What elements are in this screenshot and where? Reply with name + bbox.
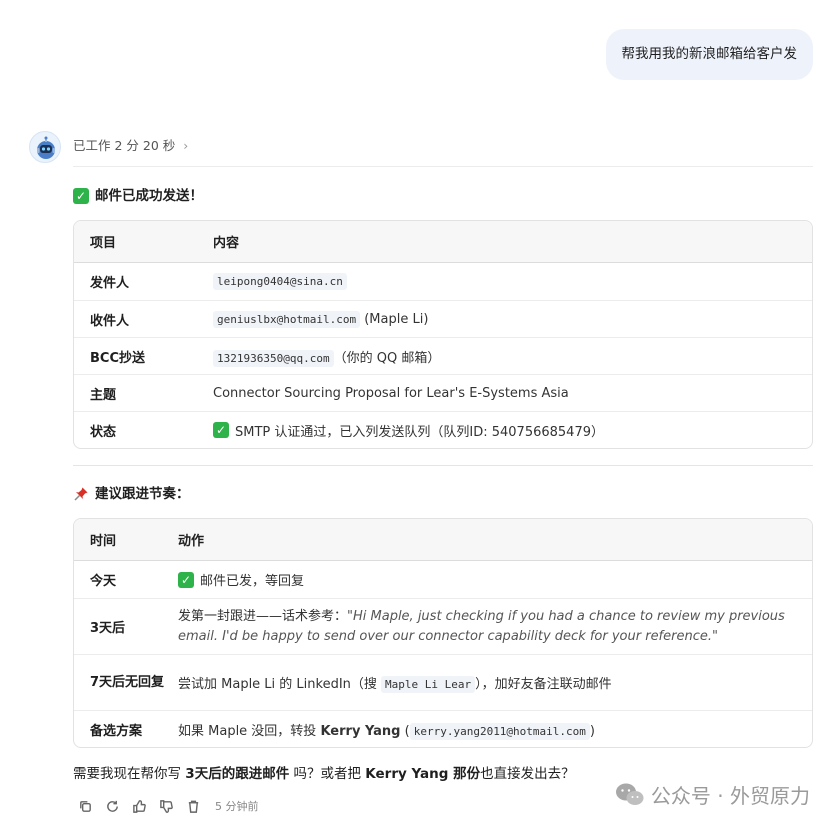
contact-name: Kerry Yang [320,723,401,739]
question-text: 也直接发出去？ [480,766,575,782]
bcc-email: 1321936350@qq.com [213,349,334,367]
watermark: 公众号 · 外贸原力 [615,780,810,809]
chevron-right-icon: › [183,138,189,153]
followup-question: 需要我现在帮你写 3天后的跟进邮件 吗？或者把 Kerry Yang 那份也直接… [73,764,575,784]
table-row: 状态 ✓ SMTP 认证通过，已入列发送队列（队列ID: 540756685479… [74,411,812,448]
row-label: 3天后 [90,621,126,636]
watermark-text: 公众号 · 外贸原力 [650,784,810,808]
row-value: ✓ 邮件已发，等回复 [178,570,314,589]
action-text: 尝试加 Maple Li 的 LinkedIn（搜 [178,677,382,692]
sent-heading-text: 邮件已成功发送！ [95,188,203,204]
bcc-note: （你的 QQ 邮箱） [333,350,441,366]
table-row: 3天后 发第一封跟进——话术参考："Hi Maple, just checkin… [74,598,812,654]
row-label: 7天后无回复 [90,674,165,690]
row-label: 今天 [90,574,117,589]
robot-icon [37,136,55,159]
followup-heading-text: 建议跟进节奏： [95,486,190,502]
row-value: geniuslbx@hotmail.com (Maple Li) [213,310,438,328]
followup-table: 时间 动作 今天 ✓ 邮件已发，等回复 3天后 发第一封跟进——话术参考："Hi … [73,518,813,748]
message-actions: 5 分钟前 [78,798,259,814]
table-header-time: 时间 [90,534,117,549]
check-mark-icon: ✓ [73,188,89,204]
trash-icon[interactable] [186,799,201,814]
copy-icon[interactable] [78,799,93,814]
worked-duration-label: 已工作 2 分 20 秒 [73,138,176,153]
row-label: 收件人 [90,313,130,329]
row-value: leipong0404@sina.cn [213,273,357,290]
question-emphasis: 3天后的跟进邮件 [185,766,290,782]
row-label: 备选方案 [90,723,143,739]
table-header-action: 动作 [178,534,205,549]
row-label: BCC抄送 [90,350,145,366]
action-text: 如果 Maple 没回，转投 [178,723,321,739]
recipient-name: (Maple Li) [360,311,429,327]
table-row: BCC抄送 1321936350@qq.com （你的 QQ 邮箱） [74,337,812,374]
pushpin-icon [74,487,88,501]
question-text: 需要我现在帮你写 [73,766,186,782]
worked-duration-toggle[interactable]: 已工作 2 分 20 秒 › [73,136,188,156]
assistant-avatar [29,131,61,163]
table-row: 备选方案 如果 Maple 没回，转投 Kerry Yang (kerry.ya… [74,710,812,747]
row-value: 发第一封跟进——话术参考："Hi Maple, just checking if… [178,607,812,647]
table-header-row: 时间 动作 [74,519,812,561]
question-emphasis: Kerry Yang 那份 [365,766,481,782]
table-row: 7天后无回复 尝试加 Maple Li 的 LinkedIn（搜 Maple L… [74,654,812,710]
thumbs-up-icon[interactable] [132,799,147,814]
status-value: SMTP 认证通过，已入列发送队列（队列ID: 540756685479） [235,424,604,440]
sent-heading: ✓ 邮件已成功发送！ [73,186,203,206]
row-label: 主题 [90,387,117,403]
user-message-bubble: 帮我用我的新浪邮箱给客户发 [605,29,813,80]
table-header-item: 项目 [90,236,117,251]
followup-heading: 建议跟进节奏： [73,484,190,504]
table-row: 今天 ✓ 邮件已发，等回复 [74,561,812,598]
action-text: 邮件已发，等回复 [200,574,305,589]
message-timestamp: 5 分钟前 [215,800,259,813]
recipient-email: geniuslbx@hotmail.com [213,310,361,328]
check-mark-icon: ✓ [213,422,229,438]
action-text: ），加好友备注联动邮件 [475,677,612,692]
linkedin-search-term: Maple Li Lear [381,676,476,693]
row-value: 1321936350@qq.com （你的 QQ 邮箱） [213,347,450,367]
row-value: ✓ SMTP 认证通过，已入列发送队列（队列ID: 540756685479） [213,421,614,440]
email-details-table: 项目 内容 发件人 leipong0404@sina.cn 收件人 genius… [73,220,813,449]
row-label: 状态 [90,424,117,440]
table-row: 发件人 leipong0404@sina.cn [74,263,812,300]
retry-icon[interactable] [105,799,120,814]
table-header-content: 内容 [213,236,240,251]
check-mark-icon: ✓ [178,571,194,588]
wechat-icon [615,783,644,805]
sender-email: leipong0404@sina.cn [213,273,347,290]
row-label: 发件人 [90,276,130,291]
question-text: 吗？或者把 [289,766,366,782]
divider [73,166,813,167]
row-value: 尝试加 Maple Li 的 LinkedIn（搜 Maple Li Lear）… [178,673,622,693]
table-row: 主题 Connector Sourcing Proposal for Lear'… [74,374,812,411]
subject-value: Connector Sourcing Proposal for Lear's E… [213,385,569,401]
paren-open: ( [400,723,410,739]
table-row: 收件人 geniuslbx@hotmail.com (Maple Li) [74,300,812,337]
thumbs-down-icon[interactable] [159,799,174,814]
action-text: 发第一封跟进——话术参考： [178,608,348,624]
contact-email: kerry.yang2011@hotmail.com [409,722,590,740]
table-header-row: 项目 内容 [74,221,812,263]
row-value: 如果 Maple 没回，转投 Kerry Yang (kerry.yang201… [178,720,605,740]
section-divider [73,465,813,466]
paren-close: ) [589,723,595,739]
